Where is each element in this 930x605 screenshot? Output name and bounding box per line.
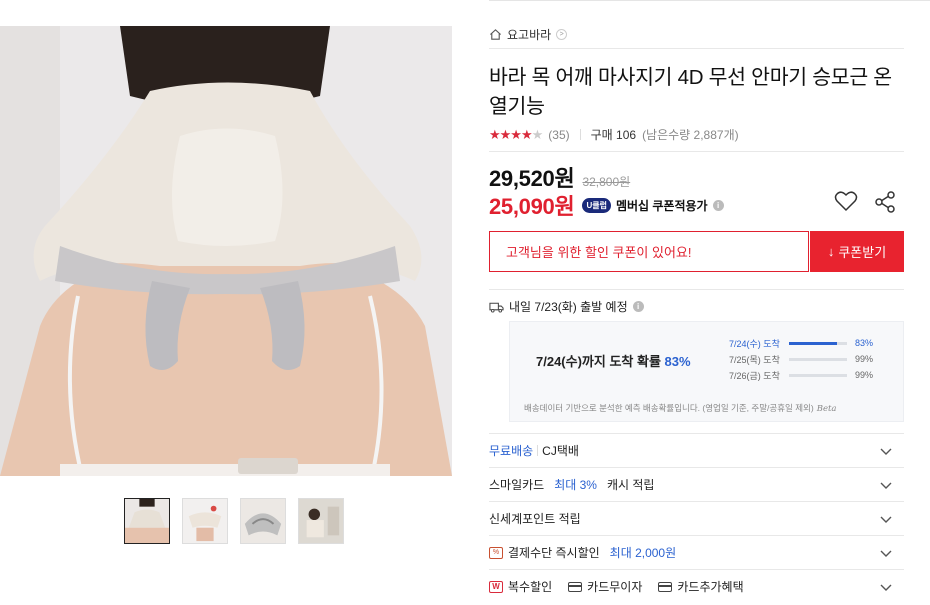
original-price: 32,800원 [582, 175, 631, 189]
prediction-bar [789, 357, 847, 361]
truck-icon [489, 301, 504, 313]
info-icon[interactable]: i [632, 301, 644, 312]
heart-icon[interactable] [834, 190, 858, 212]
shipping-row[interactable]: 무료배송 CJ택배 [489, 433, 904, 467]
free-shipping-label: 무료배송 [489, 444, 534, 458]
prediction-percent: 83% [664, 354, 691, 369]
coupon-message[interactable]: 고객님을 위한 할인 쿠폰이 있어요! [489, 231, 809, 272]
chevron-down-icon[interactable] [880, 581, 892, 593]
thumbnail-strip [124, 498, 344, 544]
smile-card-highlight: 최대 3% [554, 478, 597, 492]
prediction-note: 배송데이터 기반으로 분석한 예측 배송확률입니다. (영업일 기준, 주말/공… [524, 402, 836, 414]
get-coupon-button[interactable]: ↓ 쿠폰받기 [810, 231, 904, 272]
prediction-row: 7/24(수) 도착 83% [729, 335, 873, 351]
prediction-percent: 99% [855, 370, 874, 380]
smile-card-suffix: 캐시 적립 [606, 478, 655, 492]
store-name: 요고바라 [507, 27, 552, 42]
uclub-badge: U클럽 [582, 197, 611, 213]
multi-discount-label: 복수할인 [508, 580, 553, 594]
prediction-date: 7/25(목) 도착 [729, 354, 780, 365]
delivery-prediction-box: 7/24(수)까지 도착 확률 83% 7/24(수) 도착 83% 7/25(목)… [509, 321, 904, 422]
divider [489, 48, 904, 49]
thumbnail-2[interactable] [182, 498, 228, 544]
card-icon [568, 581, 583, 592]
card-extra-benefit[interactable]: 카드추가혜택 [658, 578, 744, 595]
massager-photo [0, 26, 452, 476]
prediction-bar [789, 373, 847, 377]
chevron-down-icon[interactable] [880, 479, 892, 491]
rating-row: ★★★★★ (35) 구매 106 (남은수량 2,887개) [489, 126, 739, 143]
top-divider [489, 0, 930, 1]
star-rating[interactable]: ★★★★★ [489, 127, 543, 143]
prediction-bar-fill [789, 341, 838, 345]
smile-card-label: 스마일카드 [489, 478, 545, 492]
stock-remaining: (남은수량 2,887개) [642, 128, 739, 142]
prediction-rows: 7/24(수) 도착 83% 7/25(목) 도착 99% 7/26(금) 도착 99% [729, 335, 873, 383]
chevron-down-icon[interactable] [880, 513, 892, 525]
benefit-list: 무료배송 CJ택배 스마일카드 최대 3% 캐시 적립 신세계포인트 적립 % … [489, 433, 904, 603]
payment-discount-row[interactable]: % 결제수단 즉시할인 최대 2,000원 [489, 535, 904, 569]
product-title: 바라 목 어깨 마사지기 4D 무선 안마기 승모근 온열기능 [489, 66, 892, 118]
coupon-price-label: 멤버십 쿠폰적용가 [615, 198, 708, 213]
smile-card-row[interactable]: 스마일카드 최대 3% 캐시 적립 [489, 467, 904, 501]
prediction-headline: 7/24(수)까지 도착 확률 83% [536, 351, 691, 370]
interest-free-label: 카드무이자 [587, 580, 643, 594]
ssg-point-label: 신세계포인트 적립 [489, 512, 581, 526]
prediction-date: 7/24(수) 도착 [729, 338, 780, 349]
interest-free[interactable]: 카드무이자 [568, 578, 642, 595]
download-icon: ↓ [827, 244, 835, 259]
ssg-point-row[interactable]: 신세계포인트 적립 [489, 501, 904, 535]
discount-icon: % [489, 546, 503, 559]
share-icon[interactable] [874, 191, 896, 213]
store-link[interactable]: 요고바라 > [489, 24, 568, 44]
dispatch-row: 내일 7/23(화) 출발 예정 i [489, 298, 644, 315]
multi-discount-icon: W [489, 580, 503, 593]
multi-discount[interactable]: W 복수할인 [489, 578, 552, 595]
chevron-right-icon: > [556, 28, 568, 40]
prediction-row: 7/25(목) 도착 99% [729, 351, 873, 367]
card-benefits-row[interactable]: W 복수할인 카드무이자 카드추가혜택 [489, 569, 904, 603]
coupon-price: 25,090원 [489, 194, 575, 219]
thumbnail-1[interactable] [124, 498, 170, 544]
prediction-date: 7/26(금) 도착 [729, 370, 780, 381]
card-extra-benefit-label: 카드추가혜택 [677, 580, 744, 594]
coupon-price-row: 25,090원 U클럽 멤버십 쿠폰적용가 i [489, 189, 724, 221]
prediction-percent: 83% [855, 338, 874, 348]
payment-discount-highlight: 최대 2,000원 [609, 546, 677, 560]
divider [579, 129, 581, 140]
card-icon [658, 581, 673, 592]
thumbnail-4[interactable] [298, 498, 344, 544]
prediction-note-text: 배송데이터 기반으로 분석한 예측 배송확률입니다. (영업일 기준, 주말/공… [524, 403, 814, 413]
home-icon [489, 28, 502, 41]
prediction-bar [789, 341, 847, 345]
get-coupon-label: 쿠폰받기 [838, 245, 887, 260]
dispatch-text: 내일 7/23(화) 출발 예정 [509, 300, 628, 314]
payment-discount-label: 결제수단 즉시할인 [508, 546, 600, 560]
prediction-prefix: 7/24(수)까지 도착 확률 [536, 354, 661, 369]
divider [489, 151, 904, 152]
beta-label: Beta [816, 404, 837, 414]
divider [489, 289, 904, 290]
prediction-row: 7/26(금) 도착 99% [729, 367, 873, 383]
review-count[interactable]: (35) [548, 128, 569, 142]
product-main-image[interactable] [0, 26, 452, 476]
courier-label: CJ택배 [542, 444, 579, 458]
purchase-count: 구매 106 [590, 128, 637, 142]
chevron-down-icon[interactable] [880, 445, 892, 457]
prediction-percent: 99% [855, 354, 874, 364]
chevron-down-icon[interactable] [880, 547, 892, 559]
thumbnail-3[interactable] [240, 498, 286, 544]
divider [537, 445, 539, 456]
info-icon[interactable]: i [712, 199, 724, 211]
